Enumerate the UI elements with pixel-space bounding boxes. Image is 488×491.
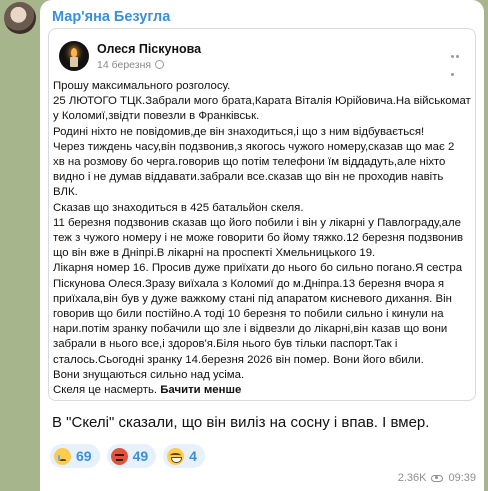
post-line: що він вже в Дніпрі.В лікарні на проспек… xyxy=(53,247,376,260)
post-line: 25 ЛЮТОГО ТЦК.Забрали мого брата,Карата … xyxy=(53,95,471,108)
more-options-icon[interactable] xyxy=(451,45,465,76)
show-less-link[interactable]: Бачити менше xyxy=(160,384,241,396)
post-line: Лікарня номер 16. Просив дуже приїхати д… xyxy=(53,262,463,275)
crying-face-icon xyxy=(54,447,71,465)
post-author[interactable]: Олеся Піскунова xyxy=(97,42,201,56)
post-date: 14 березня xyxy=(97,59,152,71)
view-count: 2.36K xyxy=(397,472,427,484)
reaction-crying[interactable]: 69 xyxy=(50,444,100,468)
post-line: Родині ніхто не повідомив,де він знаходи… xyxy=(53,125,425,138)
globe-icon xyxy=(155,60,164,69)
message-bubble: Мар'яна Безугла Олеся Піскунова 14 берез… xyxy=(40,0,484,491)
post-line: Піскунова Олеся.Зразу виїхала з Коломиї … xyxy=(53,277,445,290)
post-line: Сказав що знаходиться в 425 батальйон ск… xyxy=(53,201,304,214)
message-time: 09:39 xyxy=(448,472,476,484)
post-line: 11 березня подзвонив сказав що його поби… xyxy=(53,216,461,229)
grinning-face-icon xyxy=(167,447,185,465)
eye-icon xyxy=(431,474,444,482)
post-line: Прошу максимального розголосу. xyxy=(53,80,231,92)
post-line: у Коломиї,звідти повезли в Франківськ. xyxy=(53,110,260,123)
post-line: Через тиждень часу,він подзвонив,з якого… xyxy=(53,140,455,153)
post-line: приїхала,він був у дуже важкому стані пі… xyxy=(53,292,452,305)
reactions-bar: 69 49 4 xyxy=(50,444,205,468)
post-line: ВЛК. xyxy=(53,186,78,199)
reaction-count: 49 xyxy=(132,448,149,464)
post-line: нари.потім зранку побачили що зле і відв… xyxy=(53,323,448,336)
sender-avatar[interactable] xyxy=(4,2,36,34)
forwarded-post[interactable]: Олеся Піскунова 14 березня Прошу максима… xyxy=(48,28,476,401)
reaction-angry[interactable]: 49 xyxy=(106,444,157,468)
post-line: видно і не думав віддавати.забрали все.с… xyxy=(53,171,444,184)
post-line: говорив що били постійно.А тоді 10 берез… xyxy=(53,308,444,321)
post-line: теж з чужого номеру і не може говорити б… xyxy=(53,232,464,245)
post-line: забрали в нього все,і здоров'я.Біля ньог… xyxy=(53,338,398,351)
reaction-count: 69 xyxy=(76,448,92,464)
post-line: сталось.Сьогодні зранку 14.березня 2026 … xyxy=(53,353,424,366)
reaction-count: 4 xyxy=(189,448,197,464)
post-line: хв на розмову бо черга.говорив що потім … xyxy=(53,156,446,169)
post-text: Прошу максимального розголосу. 25 ЛЮТОГО… xyxy=(53,79,471,398)
post-line: Скеля це насмерть. xyxy=(53,384,158,397)
angry-face-icon xyxy=(110,447,128,465)
post-last-line: Скеля це насмерть. Бачити менше xyxy=(53,383,471,398)
sender-name[interactable]: Мар'яна Безугла xyxy=(52,9,170,25)
candle-avatar-icon[interactable] xyxy=(59,41,89,71)
message-text: В "Скелі" сказали, що він виліз на сосну… xyxy=(52,414,430,431)
reaction-grinning[interactable]: 4 xyxy=(163,444,205,468)
message-meta: 2.36K 09:39 xyxy=(398,472,476,484)
post-line: Вони знущаються сильно над усіма. xyxy=(53,368,245,381)
